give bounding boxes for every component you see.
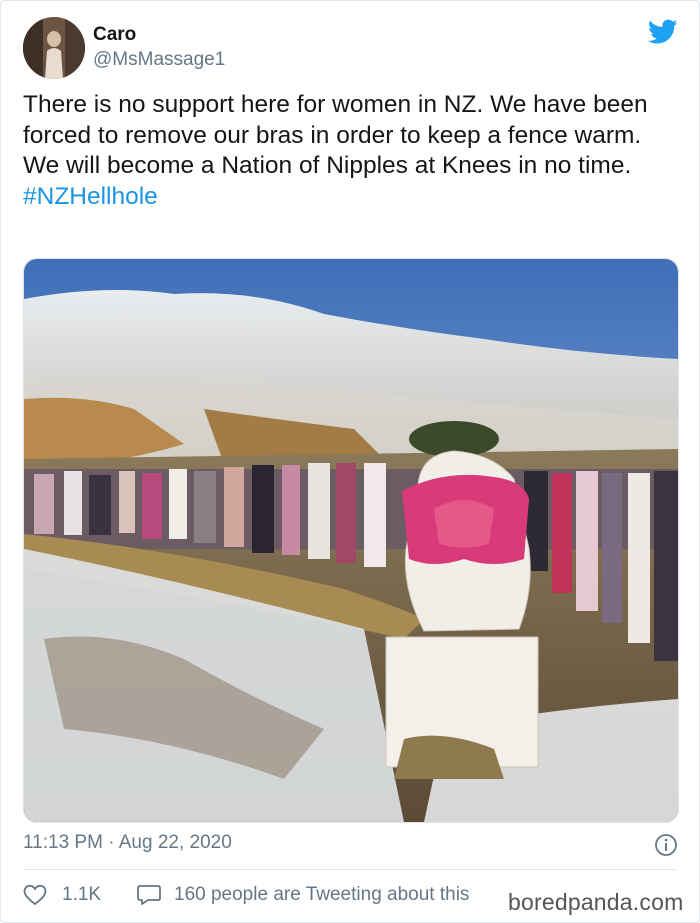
avatar[interactable] bbox=[23, 17, 85, 79]
tweet-photo[interactable] bbox=[23, 258, 679, 823]
tweet-text: There is no support here for women in NZ… bbox=[23, 90, 673, 212]
tweet-timestamp[interactable]: 11:13 PM · Aug 22, 2020 bbox=[23, 832, 232, 854]
heart-icon[interactable] bbox=[23, 883, 47, 907]
like-count[interactable]: 1.1K bbox=[62, 884, 101, 906]
hashtag-link[interactable]: #NZHellhole bbox=[23, 182, 673, 213]
tweeting-about-link[interactable]: 160 people are Tweeting about this bbox=[174, 884, 469, 906]
tweet-card: Caro @MsMassage1 There is no support her… bbox=[0, 0, 700, 923]
speech-bubble-icon[interactable] bbox=[136, 883, 162, 907]
info-icon[interactable] bbox=[654, 833, 678, 857]
user-handle[interactable]: @MsMassage1 bbox=[93, 49, 225, 71]
tweet-body: There is no support here for women in NZ… bbox=[23, 91, 648, 179]
divider bbox=[23, 869, 677, 870]
display-name[interactable]: Caro bbox=[93, 24, 136, 46]
twitter-bird-icon[interactable] bbox=[648, 19, 678, 45]
watermark: boredpanda.com bbox=[506, 889, 686, 916]
